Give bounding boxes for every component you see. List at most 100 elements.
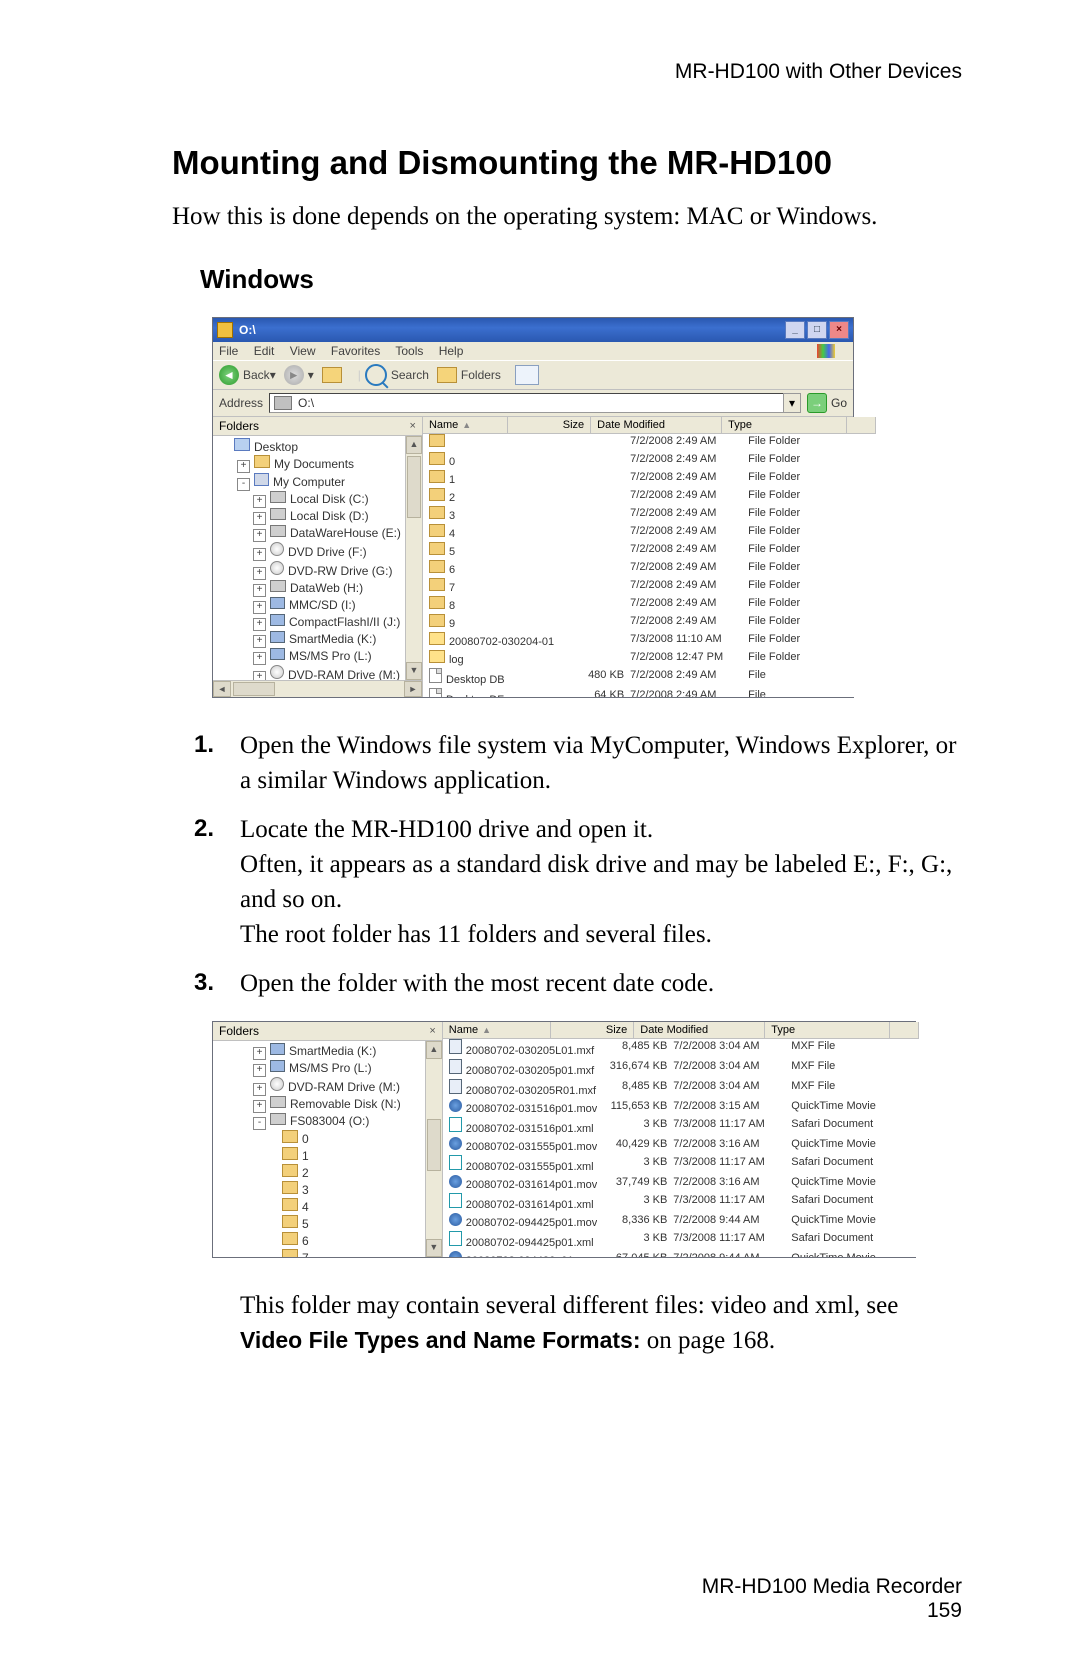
scroll-up-icon[interactable]: ▲: [406, 436, 422, 454]
menu-bar[interactable]: File Edit View Favorites Tools Help: [213, 342, 853, 360]
window-titlebar[interactable]: O:\ _ □ ×: [213, 318, 853, 342]
tree-item[interactable]: +MS/MS Pro (L:): [217, 1060, 421, 1077]
folder-tree[interactable]: +SmartMedia (K:)+MS/MS Pro (L:)+DVD-RAM …: [213, 1041, 425, 1257]
file-row[interactable]: 20080702-094425p01.mov8,336 KB7/2/2008 9…: [443, 1213, 920, 1231]
tree-item[interactable]: 0: [217, 1130, 421, 1147]
file-row[interactable]: 07/2/2008 2:49 AMFile Folder: [423, 452, 876, 470]
tree-item[interactable]: 4: [217, 1198, 421, 1215]
folders-button[interactable]: Folders: [437, 367, 501, 383]
file-row[interactable]: 27/2/2008 2:49 AMFile Folder: [423, 488, 876, 506]
menu-tools[interactable]: Tools: [395, 344, 423, 358]
address-dropdown-button[interactable]: ▾: [783, 393, 801, 413]
tree-item[interactable]: +DVD-RAM Drive (M:): [217, 1077, 421, 1096]
menu-edit[interactable]: Edit: [254, 344, 275, 358]
menu-file[interactable]: File: [219, 344, 238, 358]
file-row[interactable]: 20080702-031614p01.xml3 KB7/3/2008 11:17…: [443, 1193, 920, 1213]
file-row[interactable]: Desktop DF64 KB7/2/2008 2:49 AMFile: [423, 688, 876, 697]
scroll-down-icon[interactable]: ▼: [406, 662, 422, 680]
col-date[interactable]: Date Modified: [591, 417, 722, 433]
file-row[interactable]: 97/2/2008 2:49 AMFile Folder: [423, 614, 876, 632]
file-row[interactable]: 20080702-030205R01.mxf8,485 KB7/2/2008 3…: [443, 1079, 920, 1099]
col-name[interactable]: Name▲: [423, 417, 508, 433]
file-row[interactable]: 67/2/2008 2:49 AMFile Folder: [423, 560, 876, 578]
views-button[interactable]: [515, 365, 539, 385]
scroll-left-icon[interactable]: ◄: [213, 681, 231, 697]
file-row[interactable]: 20080702-030205L01.mxf8,485 KB7/2/2008 3…: [443, 1039, 920, 1059]
minimize-button[interactable]: _: [785, 321, 805, 339]
tree-item[interactable]: 3: [217, 1181, 421, 1198]
file-row[interactable]: 47/2/2008 2:49 AMFile Folder: [423, 524, 876, 542]
tree-scrollbar-h[interactable]: ◄ ►: [213, 680, 422, 697]
tree-item[interactable]: 2: [217, 1164, 421, 1181]
forward-button[interactable]: ► ▾: [284, 365, 314, 385]
search-button[interactable]: Search: [365, 364, 429, 386]
col-date[interactable]: Date Modified: [634, 1022, 765, 1038]
file-row[interactable]: 20080702-031555p01.xml3 KB7/3/2008 11:17…: [443, 1155, 920, 1175]
col-name[interactable]: Name▲: [443, 1022, 552, 1038]
column-headers[interactable]: Name▲ Size Date Modified Type: [443, 1022, 920, 1039]
file-list[interactable]: 20080702-030205L01.mxf8,485 KB7/2/2008 3…: [443, 1039, 920, 1257]
file-row[interactable]: 20080702-031516p01.xml3 KB7/3/2008 11:17…: [443, 1117, 920, 1137]
scroll-right-icon[interactable]: ►: [404, 681, 422, 697]
file-row[interactable]: 20080702-094436p01.mov67,045 KB7/2/2008 …: [443, 1251, 920, 1257]
tree-scrollbar[interactable]: ▲ ▼: [405, 436, 422, 680]
col-type[interactable]: Type: [765, 1022, 890, 1038]
tree-item[interactable]: +Local Disk (D:): [217, 508, 401, 525]
folders-pane-close[interactable]: ×: [410, 420, 416, 432]
file-row[interactable]: 20080702-030204-017/3/2008 11:10 AMFile …: [423, 632, 876, 650]
tree-item[interactable]: +DataWeb (H:): [217, 580, 401, 597]
file-row[interactable]: 57/2/2008 2:49 AMFile Folder: [423, 542, 876, 560]
tree-item[interactable]: 7: [217, 1249, 421, 1257]
tree-item[interactable]: +MS/MS Pro (L:): [217, 648, 401, 665]
file-row[interactable]: 7/2/2008 2:49 AM File Folder: [423, 434, 876, 452]
menu-favorites[interactable]: Favorites: [331, 344, 380, 358]
scroll-down-icon[interactable]: ▼: [426, 1239, 442, 1257]
file-row[interactable]: Desktop DB480 KB7/2/2008 2:49 AMFile: [423, 668, 876, 688]
scroll-up-icon[interactable]: ▲: [426, 1041, 442, 1059]
up-button[interactable]: [322, 367, 346, 383]
file-row[interactable]: 17/2/2008 2:49 AMFile Folder: [423, 470, 876, 488]
address-input[interactable]: O:\: [269, 393, 784, 413]
col-type[interactable]: Type: [722, 417, 847, 433]
file-row[interactable]: log7/2/2008 12:47 PMFile Folder: [423, 650, 876, 668]
file-row[interactable]: 87/2/2008 2:49 AMFile Folder: [423, 596, 876, 614]
tree-item[interactable]: +MMC/SD (I:): [217, 597, 401, 614]
go-button[interactable]: →Go: [807, 393, 847, 413]
tree-scrollbar[interactable]: ▲ ▼: [425, 1041, 442, 1257]
tree-item[interactable]: -FS083004 (O:): [217, 1113, 421, 1130]
file-row[interactable]: 77/2/2008 2:49 AMFile Folder: [423, 578, 876, 596]
file-row[interactable]: 20080702-031516p01.mov115,653 KB7/2/2008…: [443, 1099, 920, 1117]
folders-pane-close[interactable]: ×: [429, 1025, 435, 1037]
menu-view[interactable]: View: [290, 344, 316, 358]
file-row[interactable]: 20080702-031555p01.mov40,429 KB7/2/2008 …: [443, 1137, 920, 1155]
tree-item[interactable]: +DVD-RW Drive (G:): [217, 561, 401, 580]
tree-item[interactable]: +SmartMedia (K:): [217, 1043, 421, 1060]
tree-item[interactable]: +My Documents: [217, 455, 401, 473]
tree-item[interactable]: +Local Disk (C:): [217, 491, 401, 508]
file-row[interactable]: 20080702-031614p01.mov37,749 KB7/2/2008 …: [443, 1175, 920, 1193]
tree-item[interactable]: +CompactFlashI/II (J:): [217, 614, 401, 631]
tree-item[interactable]: +DataWareHouse (E:): [217, 525, 401, 542]
close-button[interactable]: ×: [829, 321, 849, 339]
tree-item[interactable]: -My Computer: [217, 473, 401, 491]
maximize-button[interactable]: □: [807, 321, 827, 339]
tree-item[interactable]: +Removable Disk (N:): [217, 1096, 421, 1113]
search-icon: [365, 364, 387, 386]
col-size[interactable]: Size: [551, 1022, 634, 1038]
folder-tree[interactable]: Desktop+My Documents-My Computer+Local D…: [213, 436, 405, 680]
tree-item[interactable]: +DVD Drive (F:): [217, 542, 401, 561]
menu-help[interactable]: Help: [439, 344, 464, 358]
file-row[interactable]: 37/2/2008 2:49 AMFile Folder: [423, 506, 876, 524]
file-row[interactable]: 20080702-094425p01.xml3 KB7/3/2008 11:17…: [443, 1231, 920, 1251]
back-button[interactable]: ◄Back ▾: [219, 365, 276, 385]
column-headers[interactable]: Name▲ Size Date Modified Type: [423, 417, 876, 434]
tree-item[interactable]: +SmartMedia (K:): [217, 631, 401, 648]
tree-item[interactable]: 6: [217, 1232, 421, 1249]
col-size[interactable]: Size: [508, 417, 591, 433]
tree-item[interactable]: Desktop: [217, 438, 401, 455]
file-row[interactable]: 20080702-030205p01.mxf316,674 KB7/2/2008…: [443, 1059, 920, 1079]
file-list[interactable]: 7/2/2008 2:49 AM File Folder 07/2/2008 2…: [423, 434, 876, 697]
tree-item[interactable]: 5: [217, 1215, 421, 1232]
tree-item[interactable]: 1: [217, 1147, 421, 1164]
tree-item[interactable]: +DVD-RAM Drive (M:): [217, 665, 401, 680]
